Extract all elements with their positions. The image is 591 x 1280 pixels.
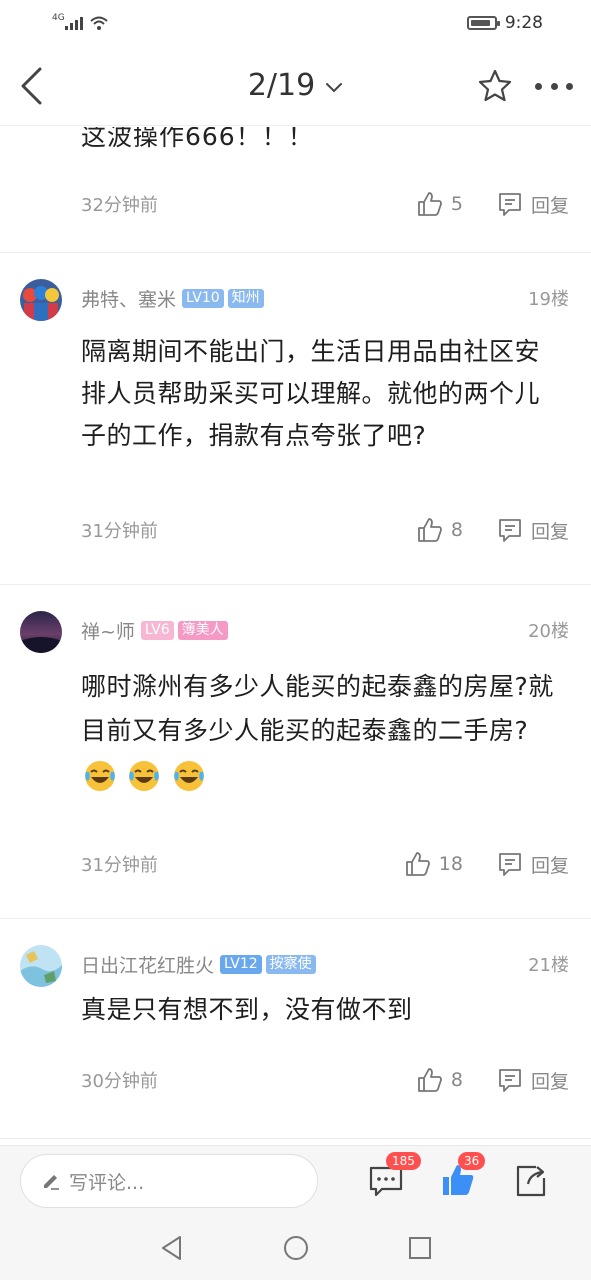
comment-body: 这波操作666！！！ [81,127,314,151]
comment-time: 31分钟前 [81,521,158,542]
nav-bar: 2/19 [0,46,591,126]
reply-button[interactable]: 回复 [497,851,569,878]
reply-label: 回复 [530,194,569,217]
comments-button[interactable]: 185 [368,1152,421,1198]
title-badge: 知州 [227,288,264,308]
system-navigation-bar [0,1215,591,1280]
reply-label: 回复 [530,1070,569,1093]
level-badge: LV6 [140,620,174,640]
like-count: 18 [438,853,463,875]
share-button[interactable] [514,1162,550,1198]
like-count: 8 [450,519,463,541]
comment-time: 31分钟前 [81,855,158,876]
thumbs-up-icon [417,518,442,542]
comment-footer: 31分钟前 8 回复 [81,515,569,545]
system-home-icon[interactable] [282,1234,310,1262]
like-button[interactable]: 8 [417,1067,463,1093]
laugh-cry-emoji [173,761,204,791]
like-count-badge: 36 [458,1152,486,1170]
level-badge: LV12 [220,954,262,974]
floor-number: 20楼 [528,621,569,642]
username[interactable]: 禅~师 [81,617,135,644]
laugh-cry-emoji [129,761,160,791]
avatar[interactable] [20,945,62,987]
like-count: 8 [450,1069,463,1091]
status-right: 9:28 [466,13,543,33]
comment-body: 隔离期间不能出门，生活日用品由社区安排人员帮助采买可以理解。就他的两个儿子的工作… [81,337,541,450]
comment-time: 30分钟前 [81,1071,158,1092]
username[interactable]: 弗特、塞米 [81,285,176,312]
comment-body: 真是只有想不到，没有做不到 [81,995,413,1024]
thumbs-up-icon [405,852,430,876]
floor-number: 19楼 [528,289,569,310]
comment-time: 32分钟前 [81,195,158,216]
comment-list: 这波操作666！！！ 32分钟前 5 回复 弗特、塞米 LV10 知州 19楼 … [0,127,591,1145]
comment-header: 禅~师 LV6 簿美人 20楼 [81,615,569,645]
comment-item: 禅~师 LV6 簿美人 20楼 哪时滁州有多少人能买的起泰鑫的房屋?就目前又有多… [0,585,591,919]
chevron-down-icon [326,82,343,92]
like-button[interactable]: 5 [417,191,463,217]
level-badge: LV10 [182,288,224,308]
pencil-icon [44,1175,59,1190]
thumbs-up-icon [417,1068,442,1092]
comment-footer: 31分钟前 18 回复 [81,849,569,879]
more-icon[interactable] [535,80,573,92]
emoji-group [81,760,206,791]
comment-placeholder: 写评论... [69,1171,145,1194]
like-count: 5 [450,193,463,215]
thumbs-up-icon [417,192,442,216]
system-back-icon[interactable] [158,1234,186,1262]
laugh-cry-emoji [85,761,115,791]
battery-icon [466,16,500,30]
comment-item: 日出江花红胜火 LV12 按察使 21楼 真是只有想不到，没有做不到 30分钟前… [0,919,591,1139]
system-recent-apps-icon[interactable] [406,1234,434,1262]
reply-icon [499,853,521,876]
comment-item: 这波操作666！！！ 32分钟前 5 回复 [0,127,591,253]
reply-icon [499,193,521,216]
reply-label: 回复 [530,854,569,877]
share-icon [516,1165,546,1197]
comment-header: 弗特、塞米 LV10 知州 19楼 [81,283,569,313]
title-badge: 按察使 [265,954,316,974]
avatar[interactable] [20,279,62,321]
reply-button[interactable]: 回复 [497,1067,569,1094]
comment-text: 哪时滁州有多少人能买的起泰鑫的房屋?就目前又有多少人能买的起泰鑫的二手房? [81,672,554,745]
page-indicator-dropdown[interactable]: 2/19 [248,68,343,103]
reply-icon [499,519,521,542]
reply-icon [499,1069,521,1092]
bottom-action-bar: 写评论... 185 36 [0,1145,591,1215]
comment-item: 弗特、塞米 LV10 知州 19楼 隔离期间不能出门，生活日用品由社区安排人员帮… [0,253,591,585]
star-icon[interactable] [477,68,513,104]
status-bar: 4G 9:28 [0,0,591,46]
comment-footer: 32分钟前 5 回复 [81,189,569,219]
title-badge: 簿美人 [177,620,228,640]
reply-button[interactable]: 回复 [497,191,569,218]
avatar[interactable] [20,611,62,653]
floor-number: 21楼 [528,955,569,976]
comment-input[interactable]: 写评论... [20,1154,318,1208]
comment-body: 哪时滁州有多少人能买的起泰鑫的房屋?就目前又有多少人能买的起泰鑫的二手房? [81,665,563,797]
network-label: 4G [52,13,65,23]
comment-footer: 30分钟前 8 回复 [81,1065,569,1095]
signal-icon [64,17,83,30]
like-button[interactable]: 8 [417,517,463,543]
reply-label: 回复 [530,520,569,543]
like-button[interactable]: 18 [405,851,463,877]
wifi-icon [90,16,108,30]
like-article-button[interactable]: 36 [440,1152,486,1198]
username[interactable]: 日出江花红胜火 [81,951,214,978]
comment-count-badge: 185 [386,1152,421,1170]
status-left: 4G [52,13,109,31]
battery-level [470,20,490,26]
back-icon[interactable] [16,66,50,106]
reply-button[interactable]: 回复 [497,517,569,544]
page-indicator: 2/19 [247,68,316,103]
comment-header: 日出江花红胜火 LV12 按察使 21楼 [81,949,569,979]
status-time: 9:28 [504,13,543,33]
